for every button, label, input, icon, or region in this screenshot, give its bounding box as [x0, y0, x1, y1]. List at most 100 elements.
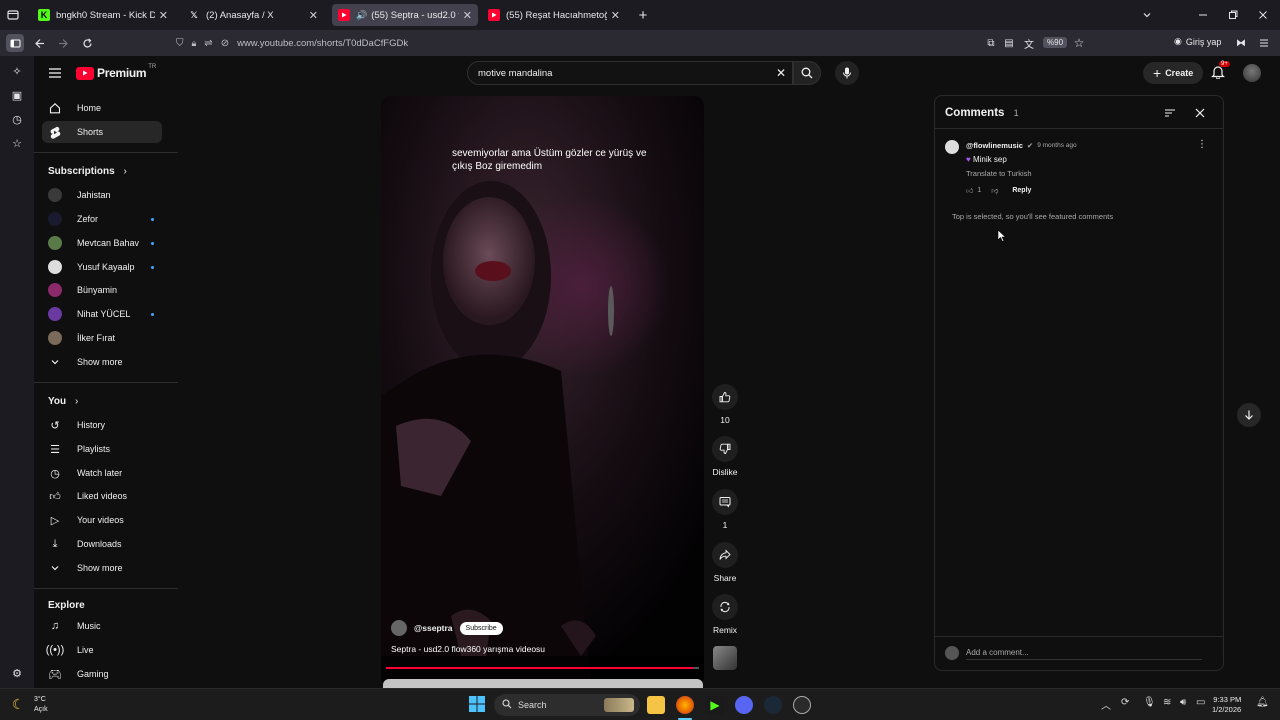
- next-video-button[interactable]: [1237, 403, 1261, 427]
- close-window-icon[interactable]: [1254, 6, 1272, 24]
- tab-youtube-2[interactable]: (55) Reşat Hacıahmetoğlu DALAN ✕: [482, 4, 626, 26]
- discord-icon[interactable]: [735, 696, 753, 714]
- close-tab-icon[interactable]: ✕: [309, 9, 318, 22]
- battery-icon[interactable]: ▭: [1196, 697, 1205, 708]
- tab-kick[interactable]: K bngkh0 Stream - Kick Dash ✕: [32, 4, 174, 26]
- sidebar-item-subscription[interactable]: Yusuf Kayaalp: [42, 256, 162, 278]
- reload-icon[interactable]: [78, 34, 96, 52]
- weather-moon-icon[interactable]: ☾: [12, 696, 25, 713]
- bookmarks-star-icon[interactable]: ☆: [8, 134, 26, 152]
- tab-list-chevron-icon[interactable]: [1138, 6, 1156, 24]
- close-icon[interactable]: [1193, 106, 1207, 120]
- sidebar-item-liked-videos[interactable]: 👍︎ Liked videos: [42, 485, 162, 507]
- tab-x[interactable]: 𝕏 (2) Anasayfa / X ✕: [182, 4, 324, 26]
- voice-search-button[interactable]: [835, 61, 859, 85]
- close-tab-icon[interactable]: ✕: [159, 9, 168, 22]
- audio-thumbnail[interactable]: [713, 646, 737, 670]
- lock-icon[interactable]: 🔒︎: [192, 38, 197, 49]
- file-explorer-icon[interactable]: [647, 696, 665, 714]
- terminal-icon[interactable]: ▶: [706, 696, 724, 714]
- permissions-icon[interactable]: ⇌: [204, 38, 212, 49]
- menu-icon[interactable]: [1255, 34, 1273, 52]
- sidebar-item-subscription[interactable]: Mevtcan Bahav: [42, 232, 162, 254]
- sidebar-item-subscription[interactable]: Bünyamin: [42, 279, 162, 301]
- sidebar-item-show-more[interactable]: Show more: [42, 557, 162, 579]
- picture-in-picture-icon[interactable]: ⧉: [982, 34, 1000, 52]
- channel-avatar[interactable]: [391, 620, 407, 636]
- shield-icon[interactable]: ⛉: [176, 38, 184, 49]
- sidebar-item-subscription[interactable]: Nihat YÜCEL: [42, 303, 162, 325]
- clock[interactable]: 9:33 PM 1/2/2026: [1212, 695, 1241, 715]
- comment-more-icon[interactable]: ⋮: [1197, 139, 1207, 150]
- settings-gear-icon[interactable]: ⚙: [8, 664, 26, 682]
- dislike-button[interactable]: Dislike: [708, 436, 742, 477]
- sidebar-item-downloads[interactable]: ⤓ Downloads: [42, 533, 162, 555]
- chatgpt-icon[interactable]: [793, 696, 811, 714]
- history-clock-icon[interactable]: ◷: [8, 110, 26, 128]
- comments-button[interactable]: 1: [708, 489, 742, 530]
- taskbar-search[interactable]: Search: [494, 694, 640, 716]
- translate-link[interactable]: Translate to Turkish: [966, 169, 1032, 178]
- sidebar-item-music[interactable]: ♫ Music: [42, 615, 162, 637]
- signin-button[interactable]: ◉ Giriş yap: [1174, 36, 1221, 47]
- sidebar-item-subscription[interactable]: İlker Fırat: [42, 327, 162, 349]
- youtube-premium-logo[interactable]: Premium TR: [76, 64, 156, 80]
- autoplay-blocked-icon[interactable]: ⊘: [221, 38, 229, 49]
- tab-youtube-active[interactable]: 🔊 (55) Septra - usd2.0 flow360 ✕: [332, 4, 478, 26]
- bookmark-star-icon[interactable]: ☆: [1070, 34, 1088, 52]
- sidebar-item-subscription[interactable]: Zefor: [42, 208, 162, 230]
- close-tab-icon[interactable]: ✕: [463, 9, 472, 22]
- hamburger-menu-icon[interactable]: [48, 66, 62, 80]
- comment-like-icon[interactable]: 👍︎: [966, 186, 973, 195]
- translate-icon[interactable]: 文: [1020, 34, 1038, 52]
- new-tab-icon[interactable]: +: [634, 6, 652, 24]
- restore-icon[interactable]: [1224, 6, 1242, 24]
- sidebar-item-shorts[interactable]: Shorts: [42, 121, 162, 143]
- sidebar-item-live[interactable]: ((•)) Live: [42, 639, 162, 661]
- search-button[interactable]: [793, 61, 821, 85]
- windows-start-icon[interactable]: [469, 696, 487, 714]
- subscribe-button[interactable]: Subscribe: [459, 621, 503, 635]
- comment-author-avatar[interactable]: [945, 140, 959, 154]
- minimize-icon[interactable]: [1194, 6, 1212, 24]
- tray-chevron-icon[interactable]: ︿: [1101, 697, 1111, 712]
- address-bar[interactable]: ⛉ 🔒︎ ⇌ ⊘ www.youtube.com/shorts/T0dDaCfF…: [176, 33, 1096, 53]
- close-tab-icon[interactable]: ✕: [611, 9, 620, 22]
- search-input[interactable]: motive mandalina ✕: [467, 61, 793, 85]
- subscriptions-heading[interactable]: Subscriptions ›: [48, 166, 127, 177]
- sidebar-item-home[interactable]: Home: [42, 97, 162, 119]
- channel-name[interactable]: @sseptra: [414, 623, 453, 633]
- synced-tabs-icon[interactable]: ▣: [8, 86, 26, 104]
- forward-arrow-icon[interactable]: [54, 34, 72, 52]
- extensions-icon[interactable]: ⧓: [1232, 34, 1250, 52]
- clear-search-icon[interactable]: ✕: [776, 66, 786, 80]
- reader-view-icon[interactable]: ▤: [1000, 34, 1018, 52]
- sidebar-item-gaming[interactable]: 🎮︎ Gaming: [42, 663, 162, 685]
- comment-author[interactable]: @flowlinemusic: [966, 141, 1023, 150]
- next-short-preview[interactable]: [383, 679, 703, 688]
- sidebar-item-subscription[interactable]: Jahistan: [42, 184, 162, 206]
- tab-overview-icon[interactable]: [4, 6, 22, 24]
- sidebar-item-watch-later[interactable]: ◷ Watch later: [42, 462, 162, 484]
- comment-dislike-icon[interactable]: 👎︎: [991, 186, 998, 195]
- add-comment-input[interactable]: Add a comment...: [966, 648, 1202, 660]
- volume-icon[interactable]: 🔊︎: [1180, 697, 1186, 708]
- zoom-badge[interactable]: %90: [1043, 37, 1068, 48]
- back-arrow-icon[interactable]: [30, 34, 48, 52]
- sidebar-item-history[interactable]: ↺ History: [42, 414, 162, 436]
- sidebar-toggle-icon[interactable]: [6, 34, 24, 52]
- sidebar-item-show-more[interactable]: Show more: [42, 351, 162, 373]
- reply-button[interactable]: Reply: [1012, 187, 1031, 194]
- steam-icon[interactable]: [764, 696, 782, 714]
- sync-icon[interactable]: ⟳: [1121, 697, 1129, 708]
- weather-widget[interactable]: 3°C Açık: [34, 695, 48, 715]
- progress-bar[interactable]: [386, 667, 699, 669]
- like-button[interactable]: 10: [708, 384, 742, 425]
- short-video-player[interactable]: sevemiyorlar ama Üstüm gözler ce yürüş v…: [381, 96, 704, 686]
- notifications-bell-icon[interactable]: 9+: [1211, 61, 1230, 81]
- create-button[interactable]: + Create: [1143, 62, 1204, 84]
- sort-icon[interactable]: [1163, 106, 1177, 120]
- sidebar-item-playlists[interactable]: ☰ Playlists: [42, 438, 162, 460]
- firefox-icon[interactable]: [676, 696, 694, 714]
- sidebar-item-your-videos[interactable]: ▷ Your videos: [42, 509, 162, 531]
